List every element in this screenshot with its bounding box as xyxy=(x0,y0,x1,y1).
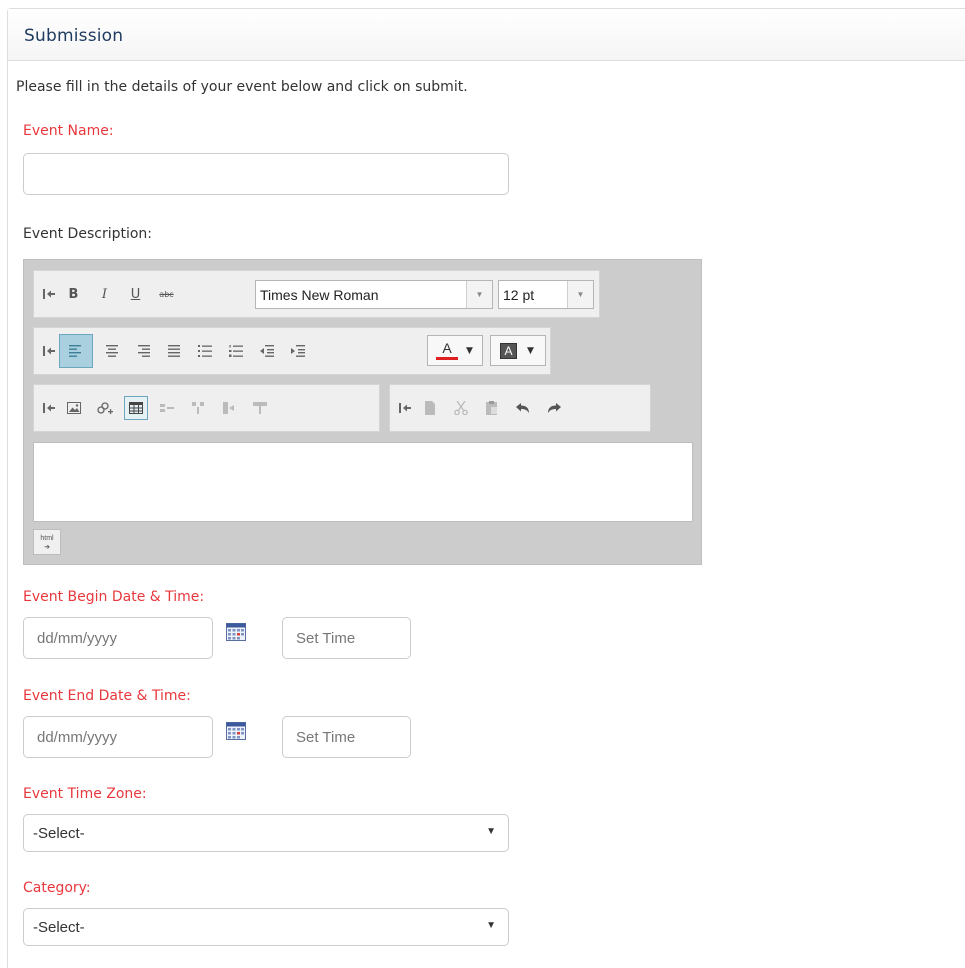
redo-icon[interactable] xyxy=(542,396,566,420)
strikethrough-icon[interactable]: abc xyxy=(155,282,179,306)
intro-text: Please fill in the details of your event… xyxy=(16,79,468,95)
panel-heading: Submission xyxy=(8,9,965,61)
begin-datetime-label: Event Begin Date & Time: xyxy=(23,589,205,605)
toolbar-clipboard xyxy=(389,384,651,432)
end-datetime-label: Event End Date & Time: xyxy=(23,688,191,704)
begin-date-input[interactable]: dd/mm/yyyy xyxy=(23,617,213,659)
cut-icon[interactable] xyxy=(449,396,473,420)
time-zone-selected: -Select- xyxy=(33,824,85,842)
font-family-value: Times New Roman xyxy=(260,286,379,303)
end-date-input[interactable]: dd/mm/yyyy xyxy=(23,716,213,758)
font-color-button[interactable]: A ▼ xyxy=(427,335,483,366)
underline-icon[interactable]: U xyxy=(124,282,148,306)
begin-date-placeholder: dd/mm/yyyy xyxy=(37,629,118,647)
toolbar-grip-icon[interactable] xyxy=(42,282,56,306)
editor-content-area[interactable] xyxy=(33,442,693,522)
event-name-label: Event Name: xyxy=(23,123,114,139)
calendar-icon[interactable] xyxy=(226,722,246,740)
align-left-icon[interactable] xyxy=(59,334,93,368)
begin-time-input[interactable]: Set Time xyxy=(282,617,411,659)
table-row-icon[interactable] xyxy=(155,396,179,420)
chevron-down-icon: ▼ xyxy=(486,826,496,837)
align-justify-icon[interactable] xyxy=(162,339,186,363)
align-center-icon[interactable] xyxy=(100,339,124,363)
toolbar-grip-icon[interactable] xyxy=(42,396,56,420)
rich-text-editor: B I U abc Times New Roman ▼ 12 pt ▼ A ▼ … xyxy=(23,259,702,565)
chevron-down-icon[interactable]: ▼ xyxy=(466,346,473,356)
bulleted-list-icon[interactable] xyxy=(193,339,217,363)
outdent-icon[interactable] xyxy=(255,339,279,363)
paste-icon[interactable] xyxy=(480,396,504,420)
table-merge-icon[interactable] xyxy=(217,396,241,420)
numbered-list-icon[interactable] xyxy=(224,339,248,363)
chevron-down-icon[interactable]: ▼ xyxy=(567,281,593,308)
html-toggle-button[interactable]: html ➜ xyxy=(33,529,61,555)
chevron-down-icon: ▼ xyxy=(486,920,496,931)
end-time-placeholder: Set Time xyxy=(296,728,356,746)
table-split-icon[interactable] xyxy=(248,396,272,420)
event-description-label: Event Description: xyxy=(23,226,153,242)
align-right-icon[interactable] xyxy=(131,339,155,363)
font-size-value: 12 pt xyxy=(503,286,535,303)
panel-title: Submission xyxy=(24,26,124,46)
font-color-icon[interactable]: A xyxy=(436,339,458,363)
begin-time-placeholder: Set Time xyxy=(296,629,356,647)
toolbar-grip-icon[interactable] xyxy=(398,396,412,420)
table-icon[interactable] xyxy=(123,396,148,420)
toolbar-insert xyxy=(33,384,380,432)
font-size-select[interactable]: 12 pt ▼ xyxy=(498,280,594,309)
bold-icon[interactable]: B xyxy=(62,282,86,306)
chevron-down-icon[interactable]: ▼ xyxy=(527,346,534,356)
chevron-down-icon[interactable]: ▼ xyxy=(466,281,492,308)
font-family-select[interactable]: Times New Roman ▼ xyxy=(255,280,493,309)
highlight-color-icon[interactable]: A xyxy=(500,342,517,359)
time-zone-label: Event Time Zone: xyxy=(23,786,147,802)
category-select[interactable]: -Select- ▼ xyxy=(23,908,509,946)
table-column-icon[interactable] xyxy=(186,396,210,420)
toolbar-text-format: B I U abc Times New Roman ▼ 12 pt ▼ xyxy=(33,270,600,318)
end-time-input[interactable]: Set Time xyxy=(282,716,411,758)
indent-icon[interactable] xyxy=(286,339,310,363)
html-toggle-label: html xyxy=(40,535,54,542)
italic-icon[interactable]: I xyxy=(93,282,117,306)
copy-icon[interactable] xyxy=(418,396,442,420)
toolbar-grip-icon[interactable] xyxy=(42,339,56,363)
category-label: Category: xyxy=(23,880,91,896)
highlight-color-button[interactable]: A ▼ xyxy=(490,335,546,366)
calendar-icon[interactable] xyxy=(226,623,246,641)
end-date-placeholder: dd/mm/yyyy xyxy=(37,728,118,746)
toolbar-paragraph: A ▼ A ▼ xyxy=(33,327,551,375)
event-name-input[interactable] xyxy=(23,153,509,195)
undo-icon[interactable] xyxy=(511,396,535,420)
category-selected: -Select- xyxy=(33,918,85,936)
image-icon[interactable] xyxy=(62,396,86,420)
time-zone-select[interactable]: -Select- ▼ xyxy=(23,814,509,852)
link-icon[interactable] xyxy=(93,396,117,420)
